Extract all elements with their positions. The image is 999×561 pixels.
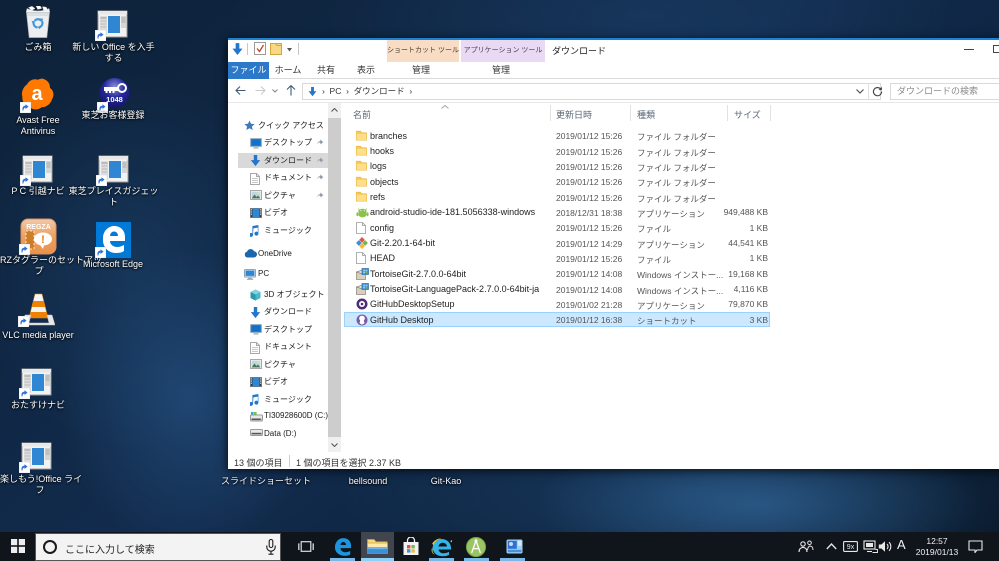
svg-text:REGZA: REGZA bbox=[26, 224, 51, 231]
svg-text:!: ! bbox=[41, 234, 45, 246]
svg-text:1048: 1048 bbox=[106, 95, 123, 104]
svg-text:9x: 9x bbox=[847, 544, 855, 551]
svg-text:a: a bbox=[31, 83, 43, 105]
